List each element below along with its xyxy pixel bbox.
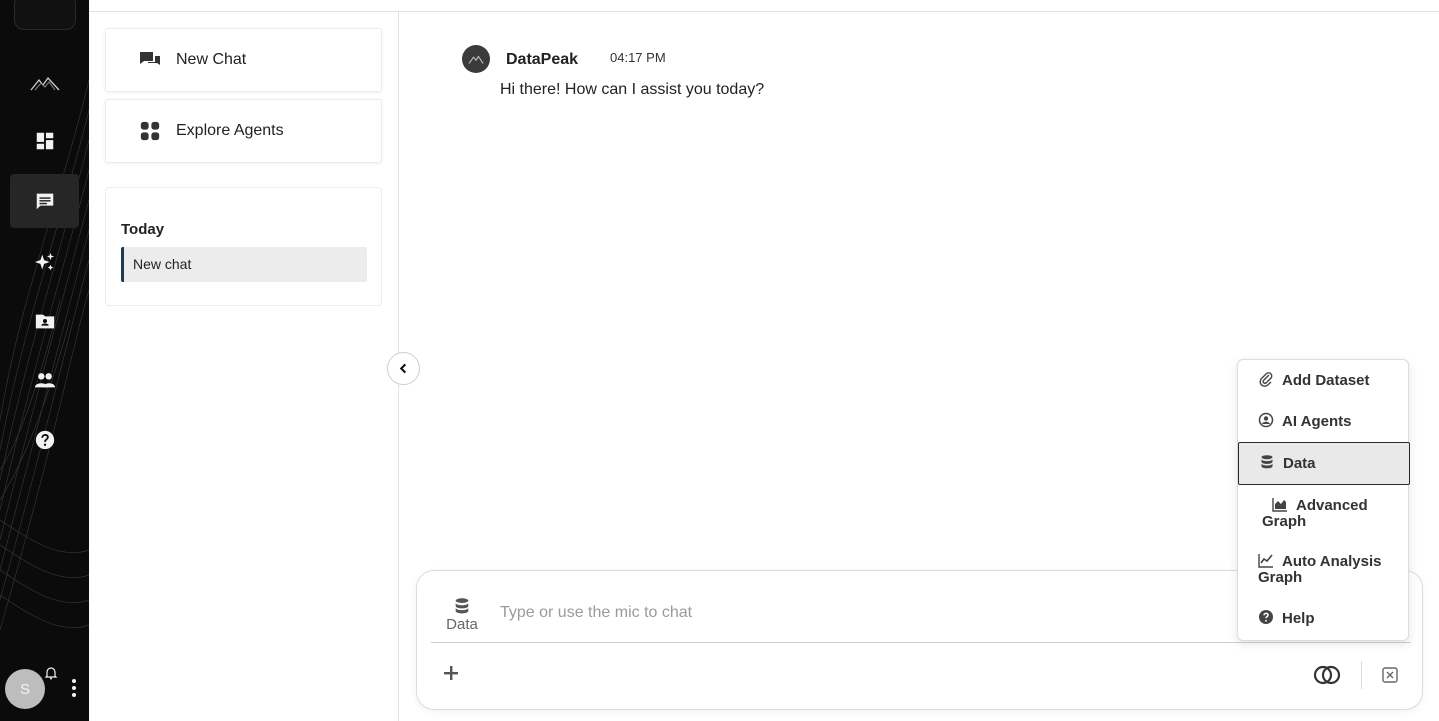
menu-item-label: AI Agents	[1282, 413, 1352, 430]
menu-item-label: Add Dataset	[1282, 372, 1370, 389]
data-source-chip[interactable]: Data	[443, 597, 481, 633]
explore-agents-button[interactable]: Explore Agents	[105, 99, 382, 163]
toggle-icon[interactable]	[1313, 665, 1341, 685]
menu-item-auto-analysis-graph[interactable]: Auto Analysis Graph	[1238, 552, 1410, 586]
menu-item-add-dataset[interactable]: Add Dataset	[1238, 371, 1410, 391]
users-icon	[34, 373, 55, 388]
message-text: Hi there! How can I assist you today?	[500, 81, 765, 98]
chat-sidebar: New Chat Explore Agents Today New chat	[89, 12, 399, 721]
user-initial: S	[19, 680, 30, 698]
history-item[interactable]: New chat	[121, 247, 367, 282]
chevron-left-icon	[399, 363, 407, 374]
database-icon	[1261, 455, 1273, 469]
sparkles-icon	[34, 252, 54, 271]
help-circle-icon	[35, 430, 54, 450]
new-chat-button[interactable]: New Chat	[105, 28, 382, 92]
rail-item-chat[interactable]	[10, 174, 79, 228]
rail-top-cap	[14, 0, 76, 30]
area-chart-icon	[1272, 498, 1287, 512]
rail-item-shared-folder[interactable]	[0, 294, 89, 348]
composer-options-menu: Add Dataset AI Agents Data Advanced Grap…	[1237, 359, 1410, 641]
rail-item-dashboard[interactable]	[0, 114, 89, 168]
agent-icon	[1258, 412, 1274, 428]
rail-item-ai[interactable]	[0, 235, 89, 289]
data-chip-label: Data	[446, 616, 478, 633]
history-day-heading: Today	[121, 221, 165, 238]
new-chat-label: New Chat	[176, 51, 247, 68]
composer-divider	[431, 642, 1411, 643]
chat-history: Today New chat	[105, 187, 382, 306]
mountain-logo-icon	[29, 76, 59, 91]
menu-item-help[interactable]: Help	[1238, 609, 1410, 629]
menu-item-advanced-graph[interactable]: Advanced Graph	[1238, 496, 1410, 530]
rail-item-help[interactable]	[0, 413, 89, 467]
plus-icon[interactable]	[441, 663, 461, 683]
chat-bubbles-icon	[138, 48, 162, 72]
database-icon	[455, 598, 469, 614]
rail-item-users[interactable]	[0, 353, 89, 407]
message-timestamp: 04:17 PM	[610, 50, 666, 65]
bell-icon[interactable]	[43, 665, 59, 681]
dashboard-icon	[36, 132, 53, 150]
mountain-logo-icon	[468, 54, 484, 64]
clear-box-icon[interactable]	[1381, 666, 1399, 684]
shared-folder-icon	[35, 314, 54, 329]
chat-input[interactable]	[500, 601, 1220, 625]
chat-icon	[36, 193, 53, 210]
user-avatar[interactable]: S	[5, 669, 45, 709]
collapse-sidebar-button[interactable]	[387, 352, 420, 385]
paperclip-icon	[1259, 372, 1273, 387]
rail-logo[interactable]	[0, 57, 89, 111]
menu-item-label: Data	[1283, 455, 1316, 472]
grid-dots-icon	[138, 119, 162, 143]
more-vertical-icon[interactable]	[66, 676, 82, 700]
menu-item-ai-agents[interactable]: AI Agents	[1238, 412, 1410, 432]
assistant-avatar	[462, 45, 490, 73]
composer-separator	[1361, 661, 1362, 689]
explore-agents-label: Explore Agents	[176, 122, 284, 139]
nav-rail: S	[0, 0, 89, 721]
line-chart-icon	[1258, 554, 1273, 568]
message-sender: DataPeak	[506, 51, 579, 68]
help-icon	[1259, 610, 1273, 624]
menu-item-data[interactable]: Data	[1238, 442, 1410, 485]
menu-item-label: Auto Analysis Graph	[1258, 553, 1382, 586]
menu-item-label: Help	[1282, 610, 1315, 627]
